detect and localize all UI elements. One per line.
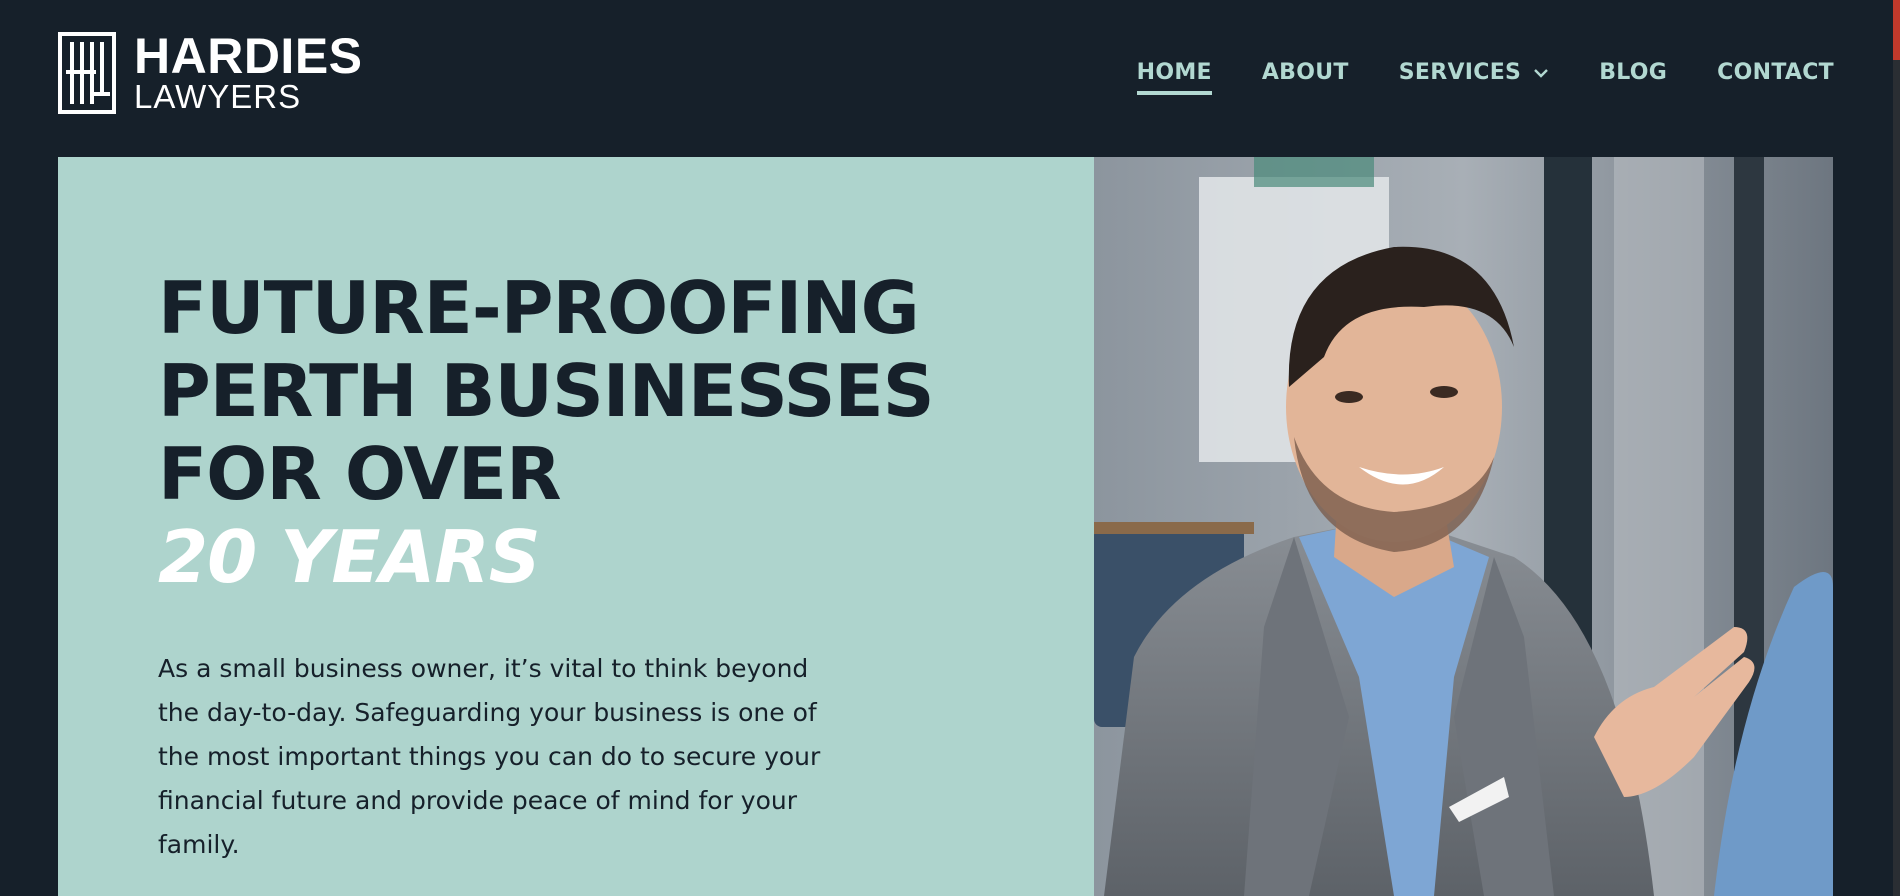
logo-mark-icon xyxy=(58,32,116,114)
hero-panel: FUTURE-PROOFING PERTH BUSINESSES FOR OVE… xyxy=(58,157,1094,896)
nav-about[interactable]: ABOUT xyxy=(1262,60,1349,93)
hero-title: FUTURE-PROOFING PERTH BUSINESSES FOR OVE… xyxy=(158,266,935,599)
nav-home[interactable]: HOME xyxy=(1136,60,1213,95)
brand-subtitle: LAWYERS xyxy=(134,78,302,115)
nav-services[interactable]: SERVICES xyxy=(1399,60,1549,93)
nav-contact[interactable]: CONTACT xyxy=(1717,60,1834,93)
hero-title-line-3: FOR OVER xyxy=(158,432,562,516)
main-nav: HOME ABOUT SERVICES BLOG CONTACT xyxy=(1136,60,1834,95)
brand-logo[interactable]: HARDIES LAWYERS xyxy=(58,30,378,116)
brand-wordmark: HARDIES LAWYERS xyxy=(134,28,363,115)
hero-title-line-2: PERTH BUSINESSES xyxy=(158,349,935,433)
chevron-down-icon xyxy=(1534,68,1549,78)
hero-photo xyxy=(1094,157,1833,896)
hero-title-line-1: FUTURE-PROOFING xyxy=(158,266,920,350)
nav-blog[interactable]: BLOG xyxy=(1599,60,1667,93)
lawyer-portrait-image xyxy=(1094,157,1833,896)
window-edge xyxy=(1893,0,1900,896)
site-header: HARDIES LAWYERS HOME ABOUT SERVICES BLOG… xyxy=(0,0,1900,156)
nav-services-label: SERVICES xyxy=(1398,60,1522,85)
hero-title-accent: 20 YEARS xyxy=(158,515,541,599)
brand-name: HARDIES xyxy=(134,28,363,84)
hero-body: As a small business owner, it’s vital to… xyxy=(158,654,821,859)
window-edge-accent xyxy=(1893,0,1900,60)
